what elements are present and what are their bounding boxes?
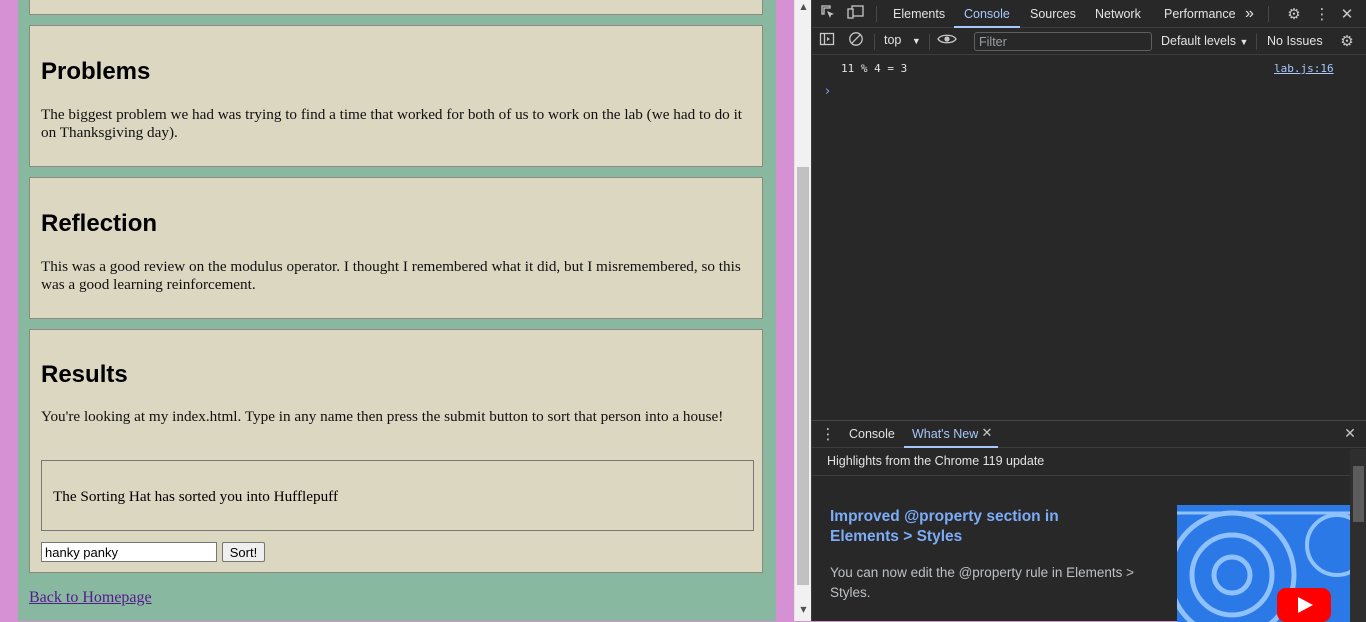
play-button-icon[interactable] [1277,588,1331,622]
back-to-homepage-link[interactable]: Back to Homepage [29,589,152,607]
log-levels-dropdown[interactable]: Default levels ▼ [1161,34,1248,48]
sidebar-toggle-icon[interactable] [817,31,837,51]
separator [1268,6,1269,22]
device-toolbar-icon[interactable] [846,4,866,24]
separator [1256,34,1257,50]
inspect-element-icon[interactable] [818,4,838,24]
devtools-tabbar: Elements Console Sources Network Perform… [812,0,1366,28]
scroll-thumb[interactable] [797,167,809,585]
separator [874,34,875,50]
console-toolbar: top ▼ Default levels ▼ No Issues ⚙ [812,28,1366,55]
drawer-scrollbar[interactable] [1350,449,1366,622]
tab-performance[interactable]: Performance [1164,0,1236,28]
close-tab-icon[interactable]: ✕ [977,424,997,444]
sort-button[interactable]: Sort! [222,542,265,562]
tab-elements[interactable]: Elements [893,0,945,28]
divider [812,475,1350,476]
separator [929,34,930,50]
tab-network[interactable]: Network [1095,0,1141,28]
clear-console-icon[interactable] [846,31,866,51]
dropdown-arrow-icon: ▼ [1239,37,1249,47]
tab-sources[interactable]: Sources [1030,0,1076,28]
sorting-result-text: The Sorting Hat has sorted you into Huff… [53,488,339,505]
drawer-tab-console[interactable]: Console [849,421,895,448]
devtools-drawer: ⋮ Console What's New ✕ ✕ Highlights from… [812,420,1366,622]
console-log-message: 11 % 4 = 3 [841,62,908,75]
close-drawer-icon[interactable]: ✕ [1340,424,1360,444]
drawer-tab-whats-new[interactable]: What's New [903,421,999,448]
scroll-down-arrow-icon[interactable]: ▼ [795,605,812,619]
issues-counter[interactable]: No Issues [1267,34,1323,48]
console-output: 11 % 4 = 3 lab.js:16 › [812,55,1366,420]
name-input[interactable] [41,542,217,562]
close-devtools-icon[interactable]: ✕ [1337,4,1357,24]
filter-input[interactable] [974,32,1152,51]
more-options-icon[interactable]: ⋮ [1312,4,1332,24]
console-prompt-icon[interactable]: › [825,84,830,99]
section-results: Results You're looking at my index.html.… [29,329,763,573]
section-previous [29,0,763,15]
reflection-heading: Reflection [41,210,158,237]
main-content: Problems The biggest problem we had was … [18,0,776,621]
section-reflection: Reflection This was a good review on the… [29,177,763,319]
live-expression-eye-icon[interactable] [937,31,957,51]
page-scrollbar[interactable]: ▲ ▼ [794,0,811,621]
results-text: You're looking at my index.html. Type in… [41,408,724,425]
drawer-scroll-thumb[interactable] [1353,466,1364,522]
log-levels-label: Default levels [1161,34,1237,48]
feature-video-thumbnail[interactable] [1177,505,1351,622]
feature-title-link[interactable]: Improved @property section in Elements >… [830,507,1130,547]
dropdown-arrow-icon: ▼ [911,36,921,46]
whats-new-heading: Highlights from the Chrome 119 update [827,454,1045,468]
problems-heading: Problems [41,58,151,85]
web-page: Problems The biggest problem we had was … [0,0,794,621]
context-select-value: top [884,33,902,47]
settings-gear-icon[interactable]: ⚙ [1284,4,1304,24]
drawer-menu-icon[interactable]: ⋮ [818,424,838,444]
drawer-tabbar: ⋮ Console What's New ✕ ✕ [812,421,1366,448]
section-problems: Problems The biggest problem we had was … [29,25,763,167]
context-select[interactable]: top ▼ [884,33,921,47]
separator [876,6,877,22]
sorting-result-box: The Sorting Hat has sorted you into Huff… [41,460,754,531]
reflection-text: This was a good review on the modulus op… [41,258,741,293]
more-tabs-icon[interactable]: » [1245,0,1254,28]
problems-text: The biggest problem we had was trying to… [41,106,743,141]
tab-console[interactable]: Console [954,0,1020,28]
console-log-source-link[interactable]: lab.js:16 [1274,62,1334,75]
results-heading: Results [41,361,128,388]
scroll-up-arrow-icon[interactable]: ▲ [795,2,812,16]
console-settings-gear-icon[interactable]: ⚙ [1337,31,1357,51]
devtools-panel: Elements Console Sources Network Perform… [811,0,1366,622]
feature-description: You can now edit the @property rule in E… [830,565,1135,600]
